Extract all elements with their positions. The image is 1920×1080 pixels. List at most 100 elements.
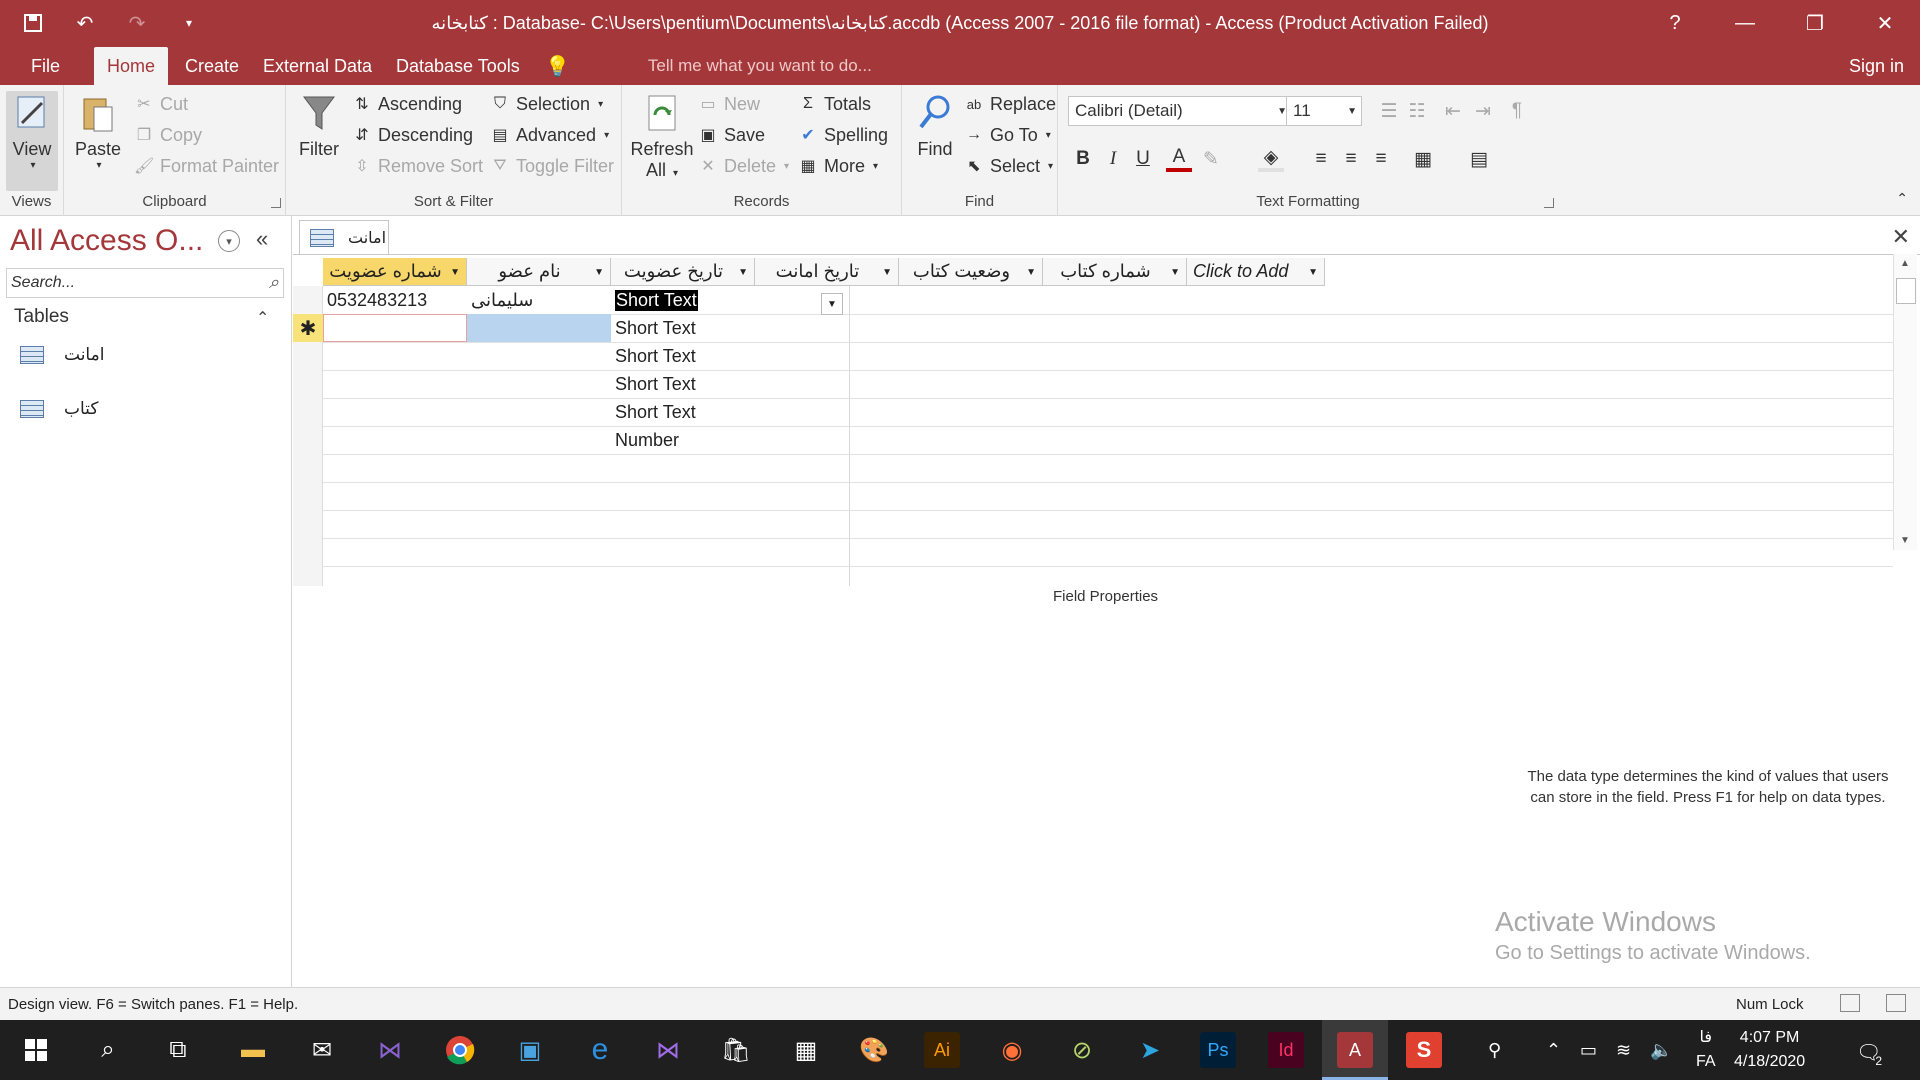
new-row-member-name-cell[interactable] [467,314,611,342]
bullets-icon[interactable]: ☰ [1376,98,1402,124]
task-view-icon[interactable]: ⧉ [160,1032,196,1068]
undo-icon[interactable]: ↶ [70,8,100,38]
minimize-button[interactable]: — [1710,0,1780,47]
telegram-icon[interactable]: ➤ [1132,1032,1168,1068]
store-icon[interactable]: 🛍 [718,1032,754,1068]
underline-icon[interactable]: U [1130,146,1156,172]
document-tab-amanat[interactable]: امانت [299,220,389,254]
find-button[interactable]: Find [910,91,960,160]
column-header-book-status[interactable]: وضعیت کتاب ▼ [899,258,1043,286]
search-icon[interactable]: ⌕ [90,1032,126,1068]
refresh-all-button[interactable]: Refresh All ▾ [630,91,694,181]
text-formatting-launcher-icon[interactable] [1544,198,1554,208]
align-center-icon[interactable]: ≡ [1338,146,1364,172]
tab-file[interactable]: File [18,47,73,85]
font-size-dropdown[interactable]: 11 ▼ [1286,96,1362,126]
select-button[interactable]: ⬉ Select ▾ [964,153,1053,179]
sign-in-link[interactable]: Sign in [1849,47,1904,85]
battery-icon[interactable]: ▭ [1580,1040,1597,1061]
numbering-icon[interactable]: ☷ [1404,98,1430,124]
paste-button[interactable]: Paste ▾ [72,91,124,171]
show-hidden-icons-icon[interactable]: ⌃ [1546,1040,1561,1061]
column-header-book-number[interactable]: شماره کتاب ▼ [1043,258,1187,286]
tab-external-data[interactable]: External Data [250,47,385,85]
help-button[interactable]: ? [1640,0,1710,47]
new-record-button[interactable]: ▭ New [698,91,760,117]
italic-icon[interactable]: I [1100,146,1126,172]
ascending-button[interactable]: ⇅ Ascending [352,91,462,117]
remove-sort-button[interactable]: ⇳ Remove Sort [352,153,483,179]
indesign-icon[interactable]: Id [1268,1032,1304,1068]
goto-button[interactable]: → Go To ▾ [964,122,1051,148]
data-type-cell[interactable]: Short Text [611,398,843,426]
save-icon[interactable] [18,8,48,38]
datasheet-view-icon[interactable] [1840,994,1860,1012]
control-panel-icon[interactable]: ▣ [512,1032,548,1068]
firefox-icon[interactable]: ◉ [994,1032,1030,1068]
cell-member-name[interactable]: سلیمانی [467,286,611,314]
font-name-dropdown[interactable]: Calibri (Detail) ▼ [1068,96,1292,126]
visual-studio-code-icon[interactable]: ⋈ [650,1032,686,1068]
filter-button[interactable]: Filter [294,91,344,160]
nav-item-ketab[interactable]: کتاب [20,394,98,424]
copy-button[interactable]: ❐ Copy [134,122,202,148]
tab-database-tools[interactable]: Database Tools [383,47,533,85]
gridlines-icon[interactable]: ▦ [1410,146,1436,172]
tab-home[interactable]: Home [94,47,169,85]
increase-indent-icon[interactable]: ⇥ [1470,98,1496,124]
nav-item-amanat[interactable]: امانت [20,340,104,370]
restore-button[interactable]: ❐ [1780,0,1850,47]
scroll-thumb[interactable] [1896,278,1916,304]
totals-button[interactable]: Σ Totals [798,91,871,117]
data-type-cell[interactable]: Short Text [611,342,843,370]
visual-studio-icon[interactable]: ⋈ [372,1032,408,1068]
nav-menu-icon[interactable]: ▾ [218,230,240,252]
nav-section-tables[interactable]: Tables [14,306,69,328]
action-center-icon[interactable]: 🗨2 [1856,1040,1888,1068]
nav-pane-title[interactable]: All Access O... [10,224,203,258]
tab-create[interactable]: Create [172,47,252,85]
grid-vertical-scrollbar[interactable]: ▲ ▼ [1893,254,1917,550]
taskbar-clock[interactable]: 4:07 PM 4/18/2020 [1734,1026,1805,1074]
click-to-add-column[interactable]: Click to Add ▼ [1187,258,1325,286]
column-header-membership-date[interactable]: تاریخ عضویت ▼ [611,258,755,286]
column-header-member-name[interactable]: نام عضو ▼ [467,258,611,286]
tell-me-box[interactable]: 💡 Tell me what you want to do... [545,47,872,85]
illustrator-icon[interactable]: Ai [924,1032,960,1068]
decrease-indent-icon[interactable]: ⇤ [1440,98,1466,124]
scroll-up-icon[interactable]: ▲ [1900,258,1910,269]
file-explorer-icon[interactable]: ▬ [235,1032,271,1068]
redo-icon[interactable]: ↷ [122,8,152,38]
chrome-icon[interactable] [442,1032,478,1068]
spelling-button[interactable]: ✔ Spelling [798,122,888,148]
cell-membership-number[interactable]: 0532483213 [323,286,467,314]
save-record-button[interactable]: ▣ Save [698,122,765,148]
people-icon[interactable]: ⚲ [1488,1040,1501,1061]
app-icon[interactable]: ⊘ [1064,1032,1100,1068]
clipboard-launcher-icon[interactable] [271,198,281,208]
windows-start-icon[interactable] [18,1032,54,1068]
advanced-button[interactable]: ▤ Advanced ▾ [490,122,609,148]
column-header-membership-number[interactable]: شماره عضویت ▼ [323,258,467,286]
data-type-cell[interactable]: Short Text [611,370,843,398]
cut-button[interactable]: ✂ Cut [134,91,188,117]
photoshop-icon[interactable]: Ps [1200,1032,1236,1068]
format-painter-button[interactable]: 🖌 Format Painter [134,153,279,179]
column-header-loan-date[interactable]: تاریخ امانت ▼ [755,258,899,286]
view-button[interactable]: View ▾ [6,91,58,191]
toggle-filter-button[interactable]: ⛛ Toggle Filter [490,153,614,179]
edge-icon[interactable]: e [582,1032,618,1068]
data-type-dropdown-icon[interactable]: ▼ [821,293,843,315]
close-button[interactable]: ✕ [1850,0,1920,47]
access-icon[interactable]: A [1337,1032,1373,1068]
calculator-icon[interactable]: ▦ [788,1032,824,1068]
replace-button[interactable]: ab Replace [964,91,1056,117]
nav-search-input[interactable]: Search... ⌕ [6,268,284,298]
paragraph-direction-icon[interactable]: ¶ [1504,98,1530,124]
more-button[interactable]: ▦ More ▾ [798,153,878,179]
align-right-icon[interactable]: ≡ [1368,146,1394,172]
design-view-status-icon[interactable] [1886,994,1906,1012]
new-row-membership-number-cell[interactable] [323,314,467,342]
screen-recorder-icon[interactable]: S [1406,1032,1442,1068]
collapse-ribbon-icon[interactable]: ⌃ [1896,190,1908,207]
